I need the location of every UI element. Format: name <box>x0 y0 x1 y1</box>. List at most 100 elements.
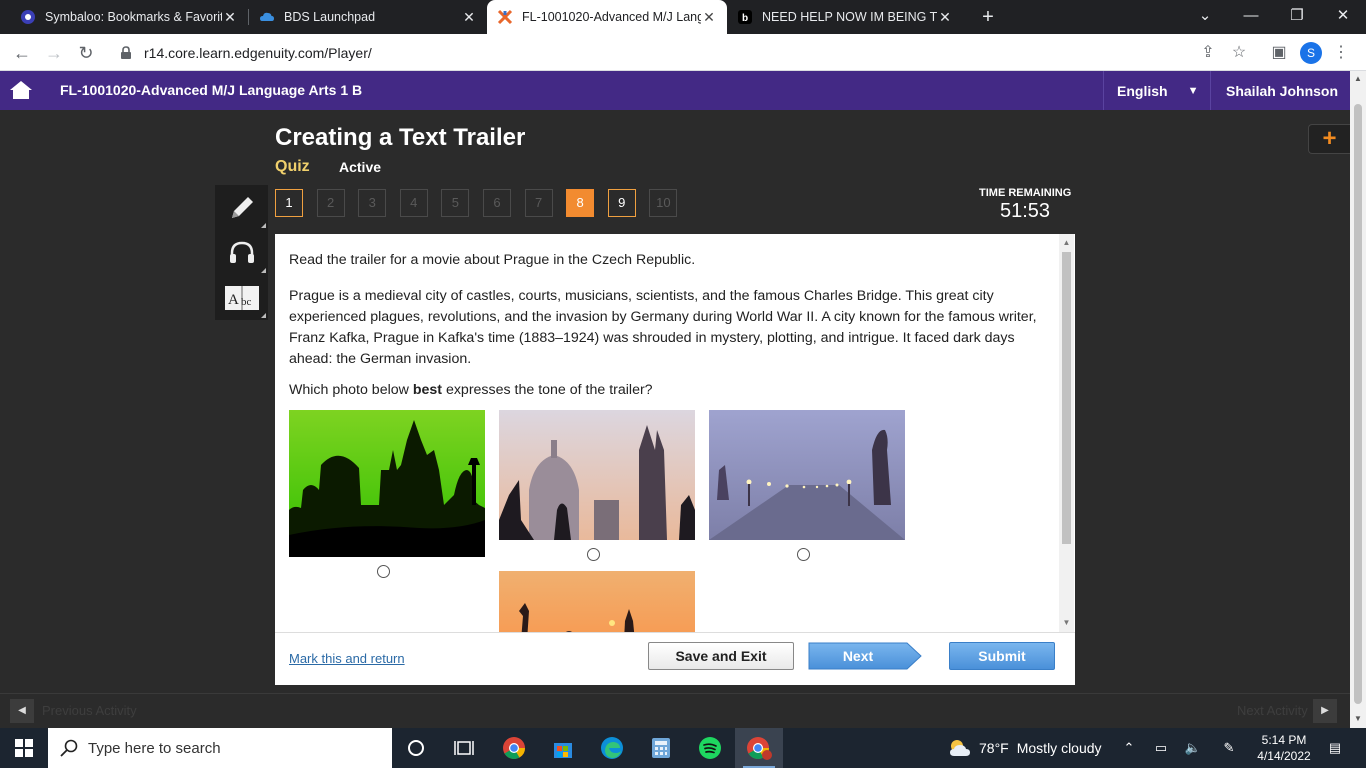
previous-arrow-icon[interactable]: ◀ <box>10 699 34 723</box>
question-number-3[interactable]: 3 <box>358 189 387 217</box>
next-button[interactable]: Next <box>808 642 922 670</box>
window-close-button[interactable]: ✕ <box>1320 0 1366 34</box>
close-icon[interactable]: ✕ <box>937 9 953 26</box>
scroll-up-icon[interactable]: ▲ <box>1062 238 1071 247</box>
next-activity-link[interactable]: Next Activity <box>1237 703 1308 718</box>
tool-sidebar: Abc <box>215 185 268 320</box>
windows-start-button[interactable] <box>0 728 48 768</box>
chrome-active-taskbar-app[interactable] <box>735 728 783 768</box>
answer-choice[interactable] <box>499 571 695 632</box>
tab-search-icon[interactable]: ⌄ <box>1182 0 1228 34</box>
question-number-5[interactable]: 5 <box>441 189 470 217</box>
browser-tab[interactable]: b NEED HELP NOW IM BEING TIME ✕ <box>727 0 963 34</box>
windows-icon <box>15 739 33 757</box>
cortana-button[interactable] <box>392 728 440 768</box>
spotify-taskbar-app[interactable] <box>686 728 734 768</box>
address-bar[interactable]: r14.core.learn.edgenuity.com/Player/ <box>106 39 1256 67</box>
browser-toolbar: ← → ↻ r14.core.learn.edgenuity.com/Playe… <box>0 34 1366 71</box>
save-and-exit-button[interactable]: Save and Exit <box>648 642 794 670</box>
svg-text:b: b <box>742 13 748 24</box>
answer-radio[interactable] <box>587 548 600 561</box>
scroll-down-icon[interactable]: ▼ <box>1062 618 1071 627</box>
volume-icon[interactable]: 🔈 <box>1178 728 1208 768</box>
content-scrollbar[interactable]: ▲ ▼ <box>1059 234 1074 632</box>
question-number-1[interactable]: 1 <box>275 189 303 217</box>
back-icon[interactable]: ← <box>9 40 35 66</box>
chrome-icon <box>503 737 525 759</box>
forward-icon[interactable]: → <box>41 40 67 66</box>
page-scrollbar[interactable]: ▲ ▼ <box>1350 71 1366 728</box>
mark-and-return-link[interactable]: Mark this and return <box>289 651 405 666</box>
question-footer: Mark this and return Save and Exit Next … <box>275 632 1075 685</box>
share-icon[interactable]: ⇪ <box>1197 42 1219 64</box>
question-number-4[interactable]: 4 <box>399 189 428 217</box>
search-icon <box>60 739 78 757</box>
question-number-10[interactable]: 10 <box>649 189 678 217</box>
photo-green-silhouette[interactable] <box>289 410 485 557</box>
browser-tab[interactable]: BDS Launchpad ✕ <box>249 0 487 34</box>
answer-choice[interactable] <box>289 410 485 578</box>
answer-radio[interactable] <box>797 548 810 561</box>
new-tab-button[interactable]: + <box>976 5 1000 29</box>
reload-icon[interactable]: ↻ <box>73 40 99 66</box>
page-scroll-up-icon[interactable]: ▲ <box>1353 74 1363 84</box>
page-scroll-thumb[interactable] <box>1354 104 1362 704</box>
page-scroll-down-icon[interactable]: ▼ <box>1353 714 1363 724</box>
side-panel-icon[interactable]: ▣ <box>1268 42 1290 64</box>
taskbar-clock[interactable]: 5:14 PM 4/14/2022 <box>1248 732 1320 764</box>
pencil-tool[interactable] <box>215 185 268 230</box>
calculator-taskbar-app[interactable] <box>637 728 685 768</box>
user-menu[interactable]: Shailah Johnson <box>1210 71 1350 110</box>
browser-tab[interactable]: Symbaloo: Bookmarks & Favorite ✕ <box>10 0 248 34</box>
photo-dusk-skyline[interactable] <box>499 410 695 540</box>
question-number-9[interactable]: 9 <box>607 189 636 217</box>
close-icon[interactable]: ✕ <box>701 9 717 26</box>
pen-icon[interactable]: ✎ <box>1214 728 1244 768</box>
previous-activity-link[interactable]: Previous Activity <box>42 703 137 718</box>
chrome-taskbar-app[interactable] <box>490 728 538 768</box>
notifications-icon[interactable]: ▤ <box>1320 728 1350 768</box>
activity-status: Active <box>339 159 382 175</box>
answer-choice[interactable] <box>709 410 905 561</box>
photo-foggy-bridge[interactable] <box>709 410 905 540</box>
dictionary-icon: Abc <box>224 285 259 310</box>
scroll-thumb[interactable] <box>1062 252 1071 544</box>
course-title: FL-1001020-Advanced M/J Language Arts 1 … <box>60 82 363 98</box>
task-view-button[interactable] <box>440 728 488 768</box>
submit-button[interactable]: Submit <box>949 642 1055 670</box>
taskbar-search[interactable]: Type here to search <box>48 728 392 768</box>
cortana-icon <box>408 740 424 756</box>
headphones-icon <box>229 241 254 263</box>
minimize-button[interactable]: — <box>1228 0 1274 34</box>
battery-icon[interactable]: ▭ <box>1146 728 1176 768</box>
edge-taskbar-app[interactable] <box>588 728 636 768</box>
store-taskbar-app[interactable] <box>539 728 587 768</box>
question-number-6[interactable]: 6 <box>482 189 511 217</box>
photo-sunset-skyline[interactable] <box>499 571 695 632</box>
language-selector[interactable]: English ▼ <box>1103 71 1209 110</box>
chevron-up-icon[interactable]: ⌃ <box>1114 728 1144 768</box>
home-icon[interactable] <box>9 80 33 100</box>
page-title: Creating a Text Trailer <box>275 124 526 151</box>
profile-avatar[interactable]: S <box>1300 42 1322 64</box>
restore-button[interactable]: ❐ <box>1274 0 1320 34</box>
answer-choice[interactable] <box>499 410 695 561</box>
close-icon[interactable]: ✕ <box>461 9 477 26</box>
next-arrow-icon[interactable]: ▶ <box>1313 699 1337 723</box>
question-number-8[interactable]: 8 <box>566 189 595 217</box>
lock-icon <box>121 46 131 59</box>
question-number-7[interactable]: 7 <box>524 189 553 217</box>
dictionary-tool[interactable]: Abc <box>215 275 268 320</box>
close-icon[interactable]: ✕ <box>222 9 238 26</box>
audio-tool[interactable] <box>215 230 268 275</box>
browser-tab-active[interactable]: FL-1001020-Advanced M/J Langu ✕ <box>487 0 727 34</box>
menu-icon[interactable]: ⋮ <box>1330 42 1352 64</box>
question-intro: Read the trailer for a movie about Pragu… <box>289 252 696 268</box>
spotify-icon <box>699 737 721 759</box>
weather-widget[interactable]: 78°F Mostly cloudy <box>948 728 1102 768</box>
windows-taskbar: Type here to search 78°F Mostly cloudy ⌃… <box>0 728 1366 768</box>
answer-radio[interactable] <box>377 565 390 578</box>
plus-icon[interactable]: + <box>1308 124 1350 154</box>
question-number-2[interactable]: 2 <box>316 189 345 217</box>
bookmark-star-icon[interactable]: ☆ <box>1228 42 1250 64</box>
